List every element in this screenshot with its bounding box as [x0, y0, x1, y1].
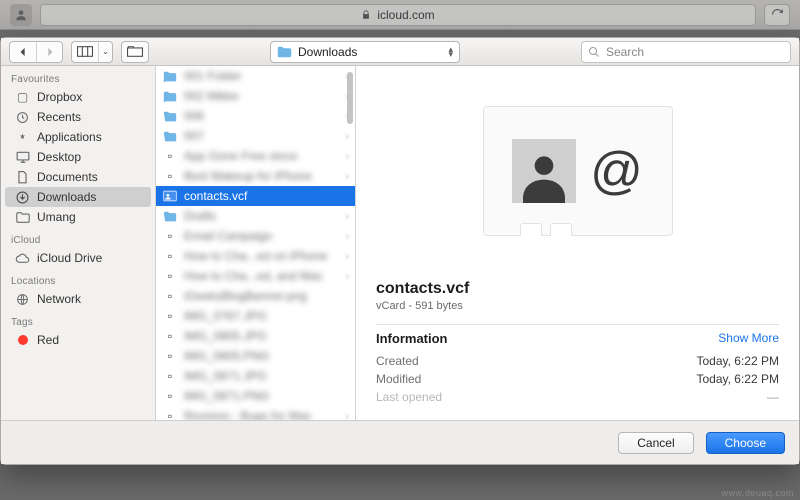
sidebar-item-recents[interactable]: Recents: [1, 107, 155, 127]
clock-icon: [15, 111, 30, 124]
back-button[interactable]: [10, 42, 36, 62]
list-item[interactable]: 007›: [156, 126, 355, 146]
list-item-selected[interactable]: contacts.vcf: [156, 186, 355, 206]
sidebar-item-downloads[interactable]: Downloads: [5, 187, 151, 207]
list-item[interactable]: 001 Folder›: [156, 66, 355, 86]
list-item[interactable]: ▫IMG_0871.JPG: [156, 366, 355, 386]
list-item[interactable]: 006›: [156, 106, 355, 126]
file-open-dialog: ⌄ Downloads ▴▾ Search Favourites ▢Dropbo…: [0, 37, 800, 465]
apps-icon: [15, 131, 30, 144]
person-icon: [512, 139, 576, 203]
cancel-button[interactable]: Cancel: [618, 432, 693, 454]
chevron-left-icon: [19, 47, 27, 57]
globe-icon: [15, 293, 30, 306]
lock-icon: [361, 10, 371, 20]
address-bar[interactable]: icloud.com: [40, 4, 756, 26]
info-row-last-opened: Last opened—: [376, 388, 779, 406]
list-item[interactable]: ▫IMG_0871.PNG: [156, 386, 355, 406]
view-columns-button[interactable]: [72, 42, 98, 62]
folder-icon: [277, 46, 292, 58]
reload-button[interactable]: [764, 4, 790, 26]
forward-button[interactable]: [36, 42, 62, 62]
desktop-icon: [15, 151, 30, 164]
at-sign-icon: @: [590, 141, 643, 201]
downloads-icon: [15, 191, 30, 204]
tag-dot-red-icon: [15, 334, 30, 347]
list-item[interactable]: ▫Best Makeup for iPhone›: [156, 166, 355, 186]
sidebar-heading: iCloud: [1, 227, 155, 248]
updown-icon: ▴▾: [448, 47, 453, 57]
sidebar-item-network[interactable]: Network: [1, 289, 155, 309]
list-item[interactable]: ▫IMG_0805.PNG: [156, 346, 355, 366]
sidebar: Favourites ▢Dropbox Recents Applications…: [1, 66, 156, 420]
list-item[interactable]: ▫How to Cha...ed, and Mac›: [156, 266, 355, 286]
sidebar-item-documents[interactable]: Documents: [1, 167, 155, 187]
user-avatar-chip: [10, 4, 32, 26]
sidebar-item-dropbox[interactable]: ▢Dropbox: [1, 87, 155, 107]
show-more-link[interactable]: Show More: [718, 331, 779, 346]
list-item[interactable]: ▫Email Campaign›: [156, 226, 355, 246]
info-row-created: CreatedToday, 6:22 PM: [376, 352, 779, 370]
group-button[interactable]: [121, 41, 149, 63]
sidebar-item-umang[interactable]: Umang: [1, 207, 155, 227]
list-item[interactable]: ▫App Gone Free since›: [156, 146, 355, 166]
search-field[interactable]: Search: [581, 41, 791, 63]
view-dropdown-button[interactable]: ⌄: [98, 42, 112, 62]
chevron-right-icon: [46, 47, 54, 57]
folder-grid-icon: [127, 46, 143, 57]
file-label: contacts.vcf: [184, 189, 247, 203]
dialog-toolbar: ⌄ Downloads ▴▾ Search: [1, 38, 799, 66]
sidebar-heading: Favourites: [1, 66, 155, 87]
list-item[interactable]: ▫iGeeksBlogBanner.png: [156, 286, 355, 306]
choose-button[interactable]: Choose: [706, 432, 785, 454]
preview-subtitle: vCard - 591 bytes: [376, 300, 779, 312]
reload-icon: [771, 8, 784, 21]
dialog-footer: Cancel Choose: [1, 420, 799, 464]
vcard-artwork: @: [483, 106, 673, 236]
sidebar-item-applications[interactable]: Applications: [1, 127, 155, 147]
url-text: icloud.com: [377, 8, 434, 22]
list-item[interactable]: ▫IMG_0805.JPG: [156, 326, 355, 346]
list-item[interactable]: ▫How to Cha...ed on iPhone›: [156, 246, 355, 266]
vcard-icon: [162, 188, 178, 204]
location-popup[interactable]: Downloads ▴▾: [270, 41, 460, 63]
folder-icon: [15, 211, 30, 224]
cloud-icon: [15, 252, 30, 265]
list-item[interactable]: Drafts›: [156, 206, 355, 226]
preview-thumbnail: @: [356, 66, 799, 276]
view-mode-switch[interactable]: ⌄: [71, 41, 113, 63]
preview-pane: @ contacts.vcf vCard - 591 bytes Informa…: [356, 66, 799, 420]
location-label: Downloads: [298, 45, 357, 59]
list-item[interactable]: 002 Mikke›: [156, 86, 355, 106]
preview-title: contacts.vcf: [376, 280, 779, 298]
list-item[interactable]: ▫IMG_0767.JPG: [156, 306, 355, 326]
file-column[interactable]: 001 Folder› 002 Mikke› 006› 007› ▫App Go…: [156, 66, 356, 420]
group-icon-button[interactable]: [122, 42, 148, 62]
browser-toolbar: icloud.com: [0, 0, 800, 30]
sidebar-item-desktop[interactable]: Desktop: [1, 147, 155, 167]
sidebar-item-tag-red[interactable]: Red: [1, 330, 155, 350]
info-row-modified: ModifiedToday, 6:22 PM: [376, 370, 779, 388]
nav-back-forward[interactable]: [9, 41, 63, 63]
sidebar-heading: Tags: [1, 309, 155, 330]
sidebar-item-icloud-drive[interactable]: iCloud Drive: [1, 248, 155, 268]
watermark: www.deuaq.com: [721, 488, 794, 498]
folder-icon: ▢: [15, 91, 30, 104]
columns-icon: [77, 46, 93, 57]
search-placeholder: Search: [606, 45, 644, 59]
information-heading: Information: [376, 331, 448, 346]
list-item[interactable]: ▫Revision - Bugs for Mac›: [156, 406, 355, 420]
doc-icon: [15, 171, 30, 184]
search-icon: [588, 46, 600, 58]
sidebar-heading: Locations: [1, 268, 155, 289]
